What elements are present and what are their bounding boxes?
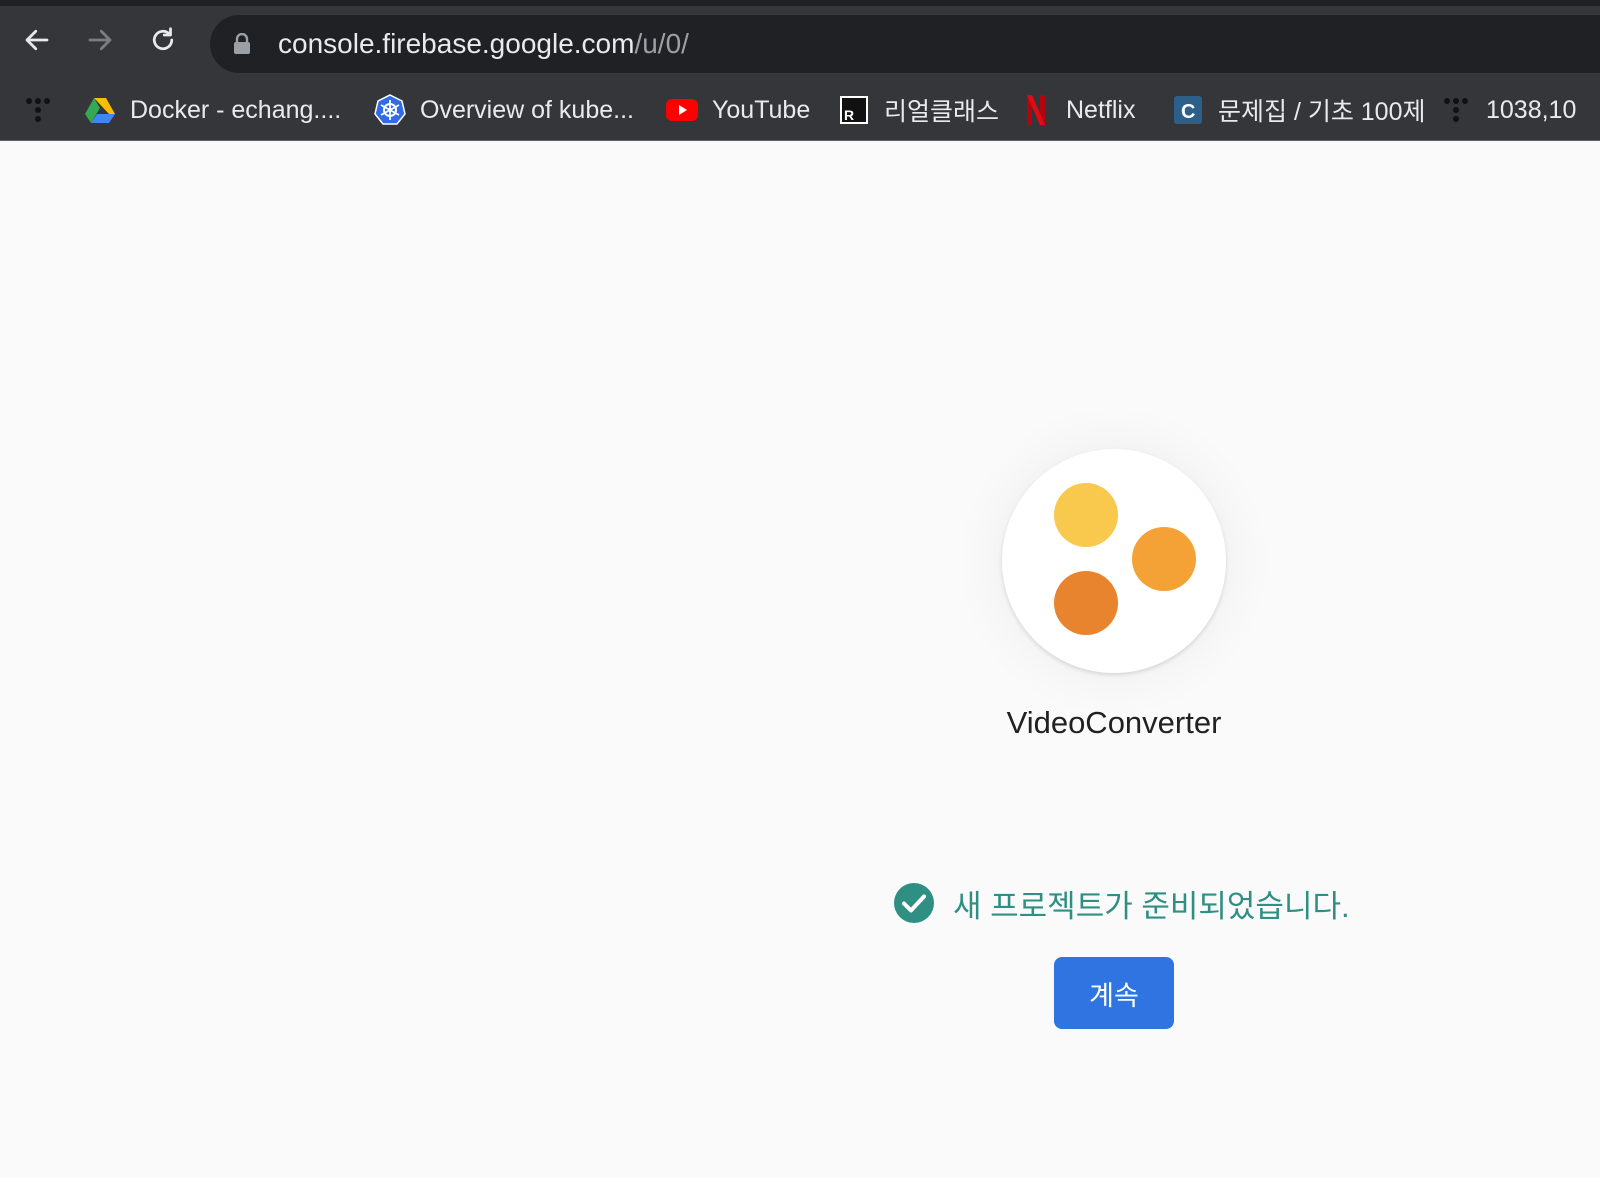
bookmark-1038[interactable]: 1038,10	[1440, 88, 1576, 132]
bookmark-label: 1038,10	[1486, 95, 1577, 124]
bookmark-label: 리얼클래스	[884, 98, 1000, 126]
browser-chrome: console.firebase.google.com/u/0/ Docker …	[0, 0, 1600, 141]
bookmark-kubernetes[interactable]: Overview of kube...	[374, 88, 634, 132]
bookmark-codeup[interactable]: C 문제집 / 기초 100제	[1172, 88, 1426, 132]
bookmarks-bar: Docker - echang.... Overview of kube... …	[0, 80, 1600, 140]
firebase-project-ready-page: VideoConverter 새 프로젝트가 준비되었습니다. 계속	[0, 141, 1600, 1178]
bookmark-youtube[interactable]: YouTube	[666, 88, 810, 132]
bookmark-label: Netflix	[1066, 95, 1136, 124]
kubernetes-icon	[374, 94, 406, 126]
bookmark-label: YouTube	[712, 95, 811, 124]
url-text: console.firebase.google.com/u/0/	[278, 28, 689, 60]
bookmark-netflix[interactable]: Netflix	[1020, 88, 1135, 132]
check-circle-icon	[894, 883, 934, 923]
bookmark-realclass[interactable]: R 리얼클래스	[838, 88, 999, 132]
project-ready-status: 새 프로젝트가 준비되었습니다.	[893, 881, 1350, 925]
arrow-right-icon	[88, 29, 112, 51]
back-button[interactable]	[17, 20, 57, 60]
codeup-icon: C	[1172, 94, 1204, 126]
project-name: VideoConverter	[1006, 705, 1222, 740]
forward-button[interactable]	[80, 20, 120, 60]
status-message: 새 프로젝트가 준비되었습니다.	[953, 888, 1350, 924]
bookmark-apps[interactable]	[22, 88, 54, 132]
google-drive-icon	[84, 94, 116, 126]
project-avatar	[1002, 449, 1226, 673]
project-avatar-dot-orange-light	[1132, 527, 1196, 591]
apps-dots-icon	[1440, 94, 1472, 126]
realclass-icon: R	[838, 94, 870, 126]
svg-text:R: R	[844, 107, 854, 123]
continue-button[interactable]: 계속	[1054, 957, 1174, 1029]
project-avatar-dot-orange-dark	[1054, 571, 1118, 635]
url-host: console.firebase.google.com	[278, 28, 635, 59]
reload-button[interactable]	[143, 20, 183, 60]
arrow-left-icon	[25, 29, 49, 51]
url-path: /u/0/	[634, 28, 689, 59]
netflix-icon	[1020, 94, 1052, 126]
svg-text:C: C	[1181, 101, 1195, 123]
lock-icon	[234, 33, 250, 54]
youtube-icon	[666, 94, 698, 126]
bookmark-label: 문제집 / 기초 100제	[1218, 98, 1426, 126]
apps-dots-icon	[22, 94, 54, 126]
bookmark-label: Docker - echang....	[130, 95, 342, 124]
browser-toolbar: console.firebase.google.com/u/0/	[0, 6, 1600, 74]
address-bar[interactable]: console.firebase.google.com/u/0/	[210, 15, 1600, 73]
bookmark-docker[interactable]: Docker - echang....	[84, 88, 341, 132]
reload-icon	[152, 27, 174, 51]
project-avatar-dot-yellow	[1054, 483, 1118, 547]
bookmark-label: Overview of kube...	[420, 95, 634, 124]
